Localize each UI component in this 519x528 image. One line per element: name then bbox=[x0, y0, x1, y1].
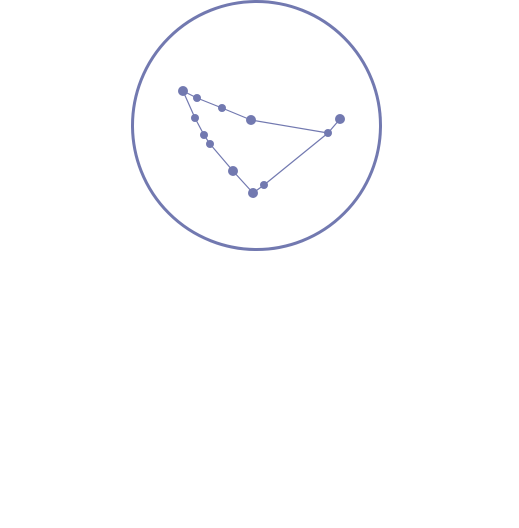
star bbox=[206, 140, 214, 148]
star bbox=[178, 86, 188, 96]
star bbox=[228, 166, 238, 176]
star bbox=[193, 94, 201, 102]
star bbox=[191, 114, 199, 122]
star bbox=[260, 181, 268, 189]
capricornus-constellation-icon bbox=[131, 0, 382, 251]
star bbox=[248, 188, 258, 198]
constellation-stars bbox=[178, 86, 345, 198]
star bbox=[335, 114, 345, 124]
star bbox=[246, 115, 256, 125]
emblem-ring bbox=[131, 0, 382, 251]
star bbox=[324, 129, 332, 137]
star bbox=[218, 104, 226, 112]
star bbox=[200, 131, 208, 139]
